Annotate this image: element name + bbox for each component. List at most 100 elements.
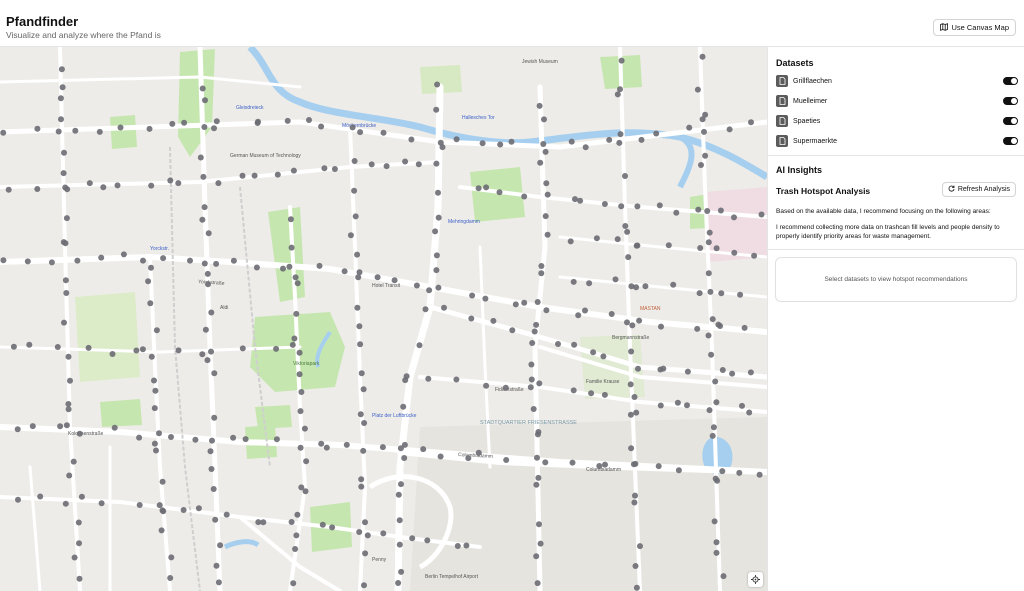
map-marker[interactable] <box>117 124 124 131</box>
map-marker[interactable] <box>71 554 78 561</box>
map-marker[interactable] <box>76 575 83 582</box>
map-marker[interactable] <box>433 252 440 259</box>
map-marker[interactable] <box>383 163 390 170</box>
map-marker[interactable] <box>96 128 103 135</box>
map-marker[interactable] <box>24 258 31 265</box>
use-canvas-map-button[interactable]: Use Canvas Map <box>933 19 1016 36</box>
map-marker[interactable] <box>527 384 534 391</box>
map-marker[interactable] <box>357 411 364 418</box>
dataset-toggle-spaeties[interactable] <box>1003 117 1018 125</box>
map-marker[interactable] <box>64 186 71 193</box>
map-marker[interactable] <box>521 299 528 306</box>
map-marker[interactable] <box>318 123 325 130</box>
map-marker[interactable] <box>34 125 41 132</box>
map-marker[interactable] <box>291 335 298 342</box>
map-marker[interactable] <box>708 351 715 358</box>
dataset-toggle-muelleimer[interactable] <box>1003 97 1018 105</box>
map-marker[interactable] <box>148 353 155 360</box>
map-marker[interactable] <box>217 542 224 549</box>
map-marker[interactable] <box>294 511 301 518</box>
map-marker[interactable] <box>628 445 635 452</box>
map-marker[interactable] <box>536 521 542 528</box>
map-marker[interactable] <box>57 423 64 430</box>
map-marker[interactable] <box>205 230 212 237</box>
map-marker[interactable] <box>355 274 362 281</box>
map-canvas[interactable]: Yorckstraße Kolonnenstraße Columbiadamm … <box>0 47 767 591</box>
map-marker[interactable] <box>273 436 280 443</box>
map-marker[interactable] <box>582 307 588 314</box>
map-marker[interactable] <box>354 304 361 311</box>
map-marker[interactable] <box>368 161 375 168</box>
map-marker[interactable] <box>175 347 182 354</box>
map-marker[interactable] <box>341 268 348 275</box>
map-marker[interactable] <box>362 519 368 526</box>
map-marker[interactable] <box>435 284 442 291</box>
map-marker[interactable] <box>533 321 540 328</box>
map-marker[interactable] <box>289 341 296 348</box>
map-marker[interactable] <box>633 584 640 591</box>
map-marker[interactable] <box>758 211 765 218</box>
map-marker[interactable] <box>298 389 305 395</box>
map-marker[interactable] <box>5 186 12 193</box>
map-marker[interactable] <box>26 341 33 348</box>
map-marker[interactable] <box>316 262 323 269</box>
dataset-toggle-supermaerkte[interactable] <box>1003 137 1018 145</box>
map-marker[interactable] <box>701 128 707 135</box>
map-marker[interactable] <box>577 197 584 204</box>
map-marker[interactable] <box>114 182 121 189</box>
map-marker[interactable] <box>542 213 549 220</box>
map-marker[interactable] <box>357 341 364 348</box>
map-marker[interactable] <box>199 216 206 223</box>
map-marker[interactable] <box>211 414 218 421</box>
map-marker[interactable] <box>374 274 381 281</box>
map-marker[interactable] <box>660 365 667 372</box>
map-marker[interactable] <box>362 550 369 557</box>
map-marker[interactable] <box>152 387 159 394</box>
map-marker[interactable] <box>111 424 118 431</box>
map-marker[interactable] <box>675 467 682 474</box>
map-marker[interactable] <box>631 394 638 400</box>
map-marker[interactable] <box>717 207 724 214</box>
map-marker[interactable] <box>600 353 607 360</box>
map-marker[interactable] <box>570 387 577 394</box>
map-marker[interactable] <box>58 116 64 123</box>
map-marker[interactable] <box>70 458 77 465</box>
map-marker[interactable] <box>534 299 541 305</box>
map-marker[interactable] <box>98 500 105 507</box>
map-marker[interactable] <box>602 461 608 468</box>
map-marker[interactable] <box>670 281 677 288</box>
map-marker[interactable] <box>297 408 304 415</box>
map-marker[interactable] <box>192 436 199 443</box>
map-marker[interactable] <box>617 86 623 93</box>
map-marker[interactable] <box>318 440 325 447</box>
map-marker[interactable] <box>575 312 582 319</box>
map-marker[interactable] <box>612 276 619 283</box>
map-marker[interactable] <box>402 158 409 165</box>
refresh-analysis-button[interactable]: Refresh Analysis <box>941 182 1016 197</box>
map-marker[interactable] <box>636 317 643 324</box>
locate-button[interactable] <box>748 572 763 587</box>
map-marker[interactable] <box>273 345 280 352</box>
map-marker[interactable] <box>751 252 758 259</box>
map-marker[interactable] <box>321 165 328 172</box>
map-marker[interactable] <box>706 407 713 414</box>
map-marker[interactable] <box>534 454 540 461</box>
map-marker[interactable] <box>168 434 174 440</box>
map-marker[interactable] <box>482 295 489 302</box>
map-marker[interactable] <box>201 124 208 130</box>
map-marker[interactable] <box>153 327 160 334</box>
map-marker[interactable] <box>120 251 127 258</box>
map-marker[interactable] <box>0 257 7 264</box>
map-marker[interactable] <box>401 441 408 448</box>
map-marker[interactable] <box>58 66 65 73</box>
map-marker[interactable] <box>426 287 433 294</box>
map-marker[interactable] <box>395 491 402 498</box>
map-marker[interactable] <box>15 496 21 503</box>
map-marker[interactable] <box>10 343 17 350</box>
map-marker[interactable] <box>509 327 516 334</box>
map-marker[interactable] <box>634 242 641 249</box>
map-marker[interactable] <box>490 317 497 324</box>
map-marker[interactable] <box>29 423 36 430</box>
map-marker[interactable] <box>463 542 470 549</box>
map-marker[interactable] <box>475 185 482 192</box>
